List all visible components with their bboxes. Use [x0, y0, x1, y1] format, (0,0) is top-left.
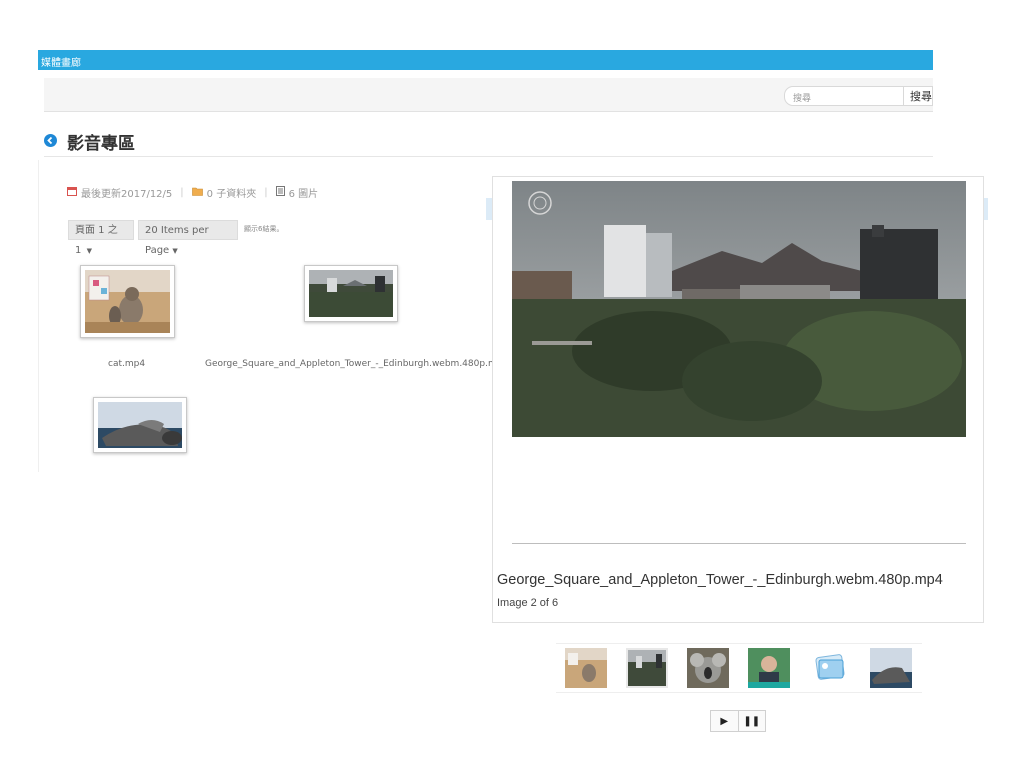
calendar-icon	[67, 186, 77, 199]
items-per-page-dropdown[interactable]: 20 Items per Page ▼	[138, 220, 238, 256]
site-title[interactable]: 媒體畫廊	[41, 54, 81, 69]
george-square-thumbnail-image	[309, 270, 393, 317]
result-count-text: 顯示6結果。	[244, 225, 284, 233]
filmstrip-thumb-cat[interactable]	[565, 648, 607, 688]
slideshow-controls: ▶ ❚❚	[710, 710, 766, 732]
back-arrow-icon[interactable]	[44, 134, 57, 147]
lightbox-caption-title: George_Square_and_Appleton_Tower_-_Edinb…	[497, 572, 943, 588]
gallery-thumbnail-george-square[interactable]	[304, 265, 398, 322]
folder-icon	[191, 187, 203, 199]
search-input[interactable]: 搜尋	[784, 86, 904, 106]
image-count: 6 圖片	[288, 189, 319, 200]
image-count-icon	[275, 186, 285, 199]
seal-thumbnail-image	[98, 402, 182, 448]
last-updated-text: 最後更新2017/12/5	[81, 189, 173, 200]
folder-info-row: 最後更新2017/12/5 | 0 子資料夾 | 6 圖片	[67, 185, 318, 200]
gallery-thumbnail-cat[interactable]	[80, 265, 175, 338]
page-select-dropdown[interactable]: 頁面 1 之 1 ▼	[68, 220, 134, 256]
nav-bar: 搜尋 搜尋	[44, 78, 933, 112]
lightbox-viewer: George_Square_and_Appleton_Tower_-_Edinb…	[492, 176, 984, 623]
divider: |	[264, 187, 268, 198]
lightbox-video[interactable]	[512, 181, 966, 437]
subfolder-count: 0 子資料夾	[206, 189, 257, 200]
site-header-bar: 媒體畫廊	[38, 50, 933, 70]
content-border	[38, 160, 39, 472]
pause-icon[interactable]: ❚❚	[737, 711, 766, 731]
gallery-thumbnail-seal[interactable]	[93, 397, 187, 453]
filmstrip-thumb-koala[interactable]	[687, 648, 729, 688]
search-button[interactable]: 搜尋	[904, 86, 933, 106]
lightbox-image-counter: Image 2 of 6	[497, 597, 559, 609]
title-divider	[44, 156, 933, 157]
page-select-label: 頁面 1 之 1	[75, 225, 118, 256]
page-title: 影音專區	[67, 134, 135, 154]
play-icon[interactable]: ▶	[711, 711, 738, 731]
filmstrip-thumb-george-square[interactable]	[626, 648, 668, 688]
gallery-item-filename[interactable]: cat.mp4	[108, 359, 145, 369]
search-placeholder: 搜尋	[793, 94, 812, 104]
filmstrip	[556, 643, 922, 693]
chevron-down-icon: ▼	[86, 247, 92, 255]
divider: |	[180, 187, 184, 198]
filmstrip-thumb-seal[interactable]	[870, 648, 912, 688]
cat-thumbnail-image	[85, 270, 170, 333]
gallery-item-filename[interactable]: George_Square_and_Appleton_Tower_-_Edinb…	[205, 359, 492, 369]
chevron-down-icon: ▼	[172, 247, 178, 255]
video-progress-bar[interactable]	[512, 543, 966, 544]
filmstrip-thumb-person[interactable]	[748, 648, 790, 688]
filmstrip-thumb-photos-icon[interactable]	[809, 648, 851, 688]
